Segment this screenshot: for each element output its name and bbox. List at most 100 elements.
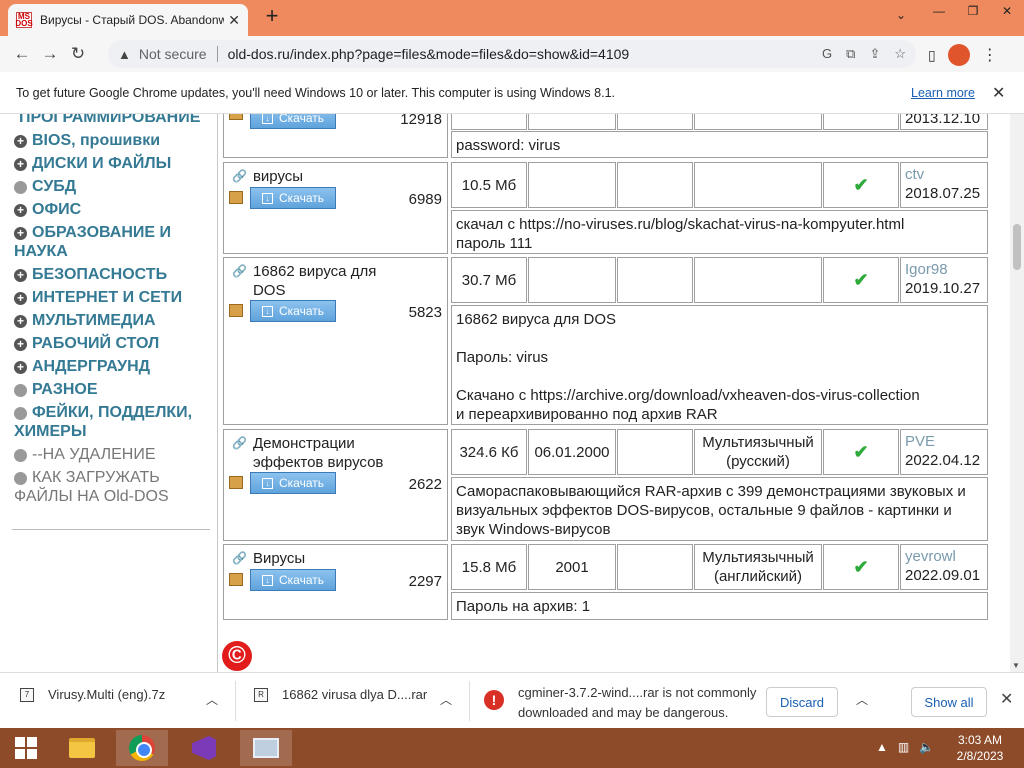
discard-button[interactable]: Discard [766, 687, 838, 717]
menu-item-bios[interactable]: + BIOS, прошивки [14, 131, 214, 150]
danger-icon: ! [484, 690, 504, 710]
download-item[interactable]: 7 Virusy.Multi (eng).7z [20, 687, 165, 702]
link-icon: 🔗 [232, 264, 247, 278]
back-arrow-icon[interactable]: ← [8, 44, 36, 64]
menu-item-underground[interactable]: + АНДЕРГРАУНД [14, 357, 214, 376]
date-cell [528, 162, 616, 208]
side-panel-icon[interactable]: ▯ [928, 47, 936, 64]
windows-taskbar: ▲ ▥ 🔈 3:03 AM 2/8/2023 [0, 728, 1024, 768]
lang-cell: Мультиязычный (английский) [694, 544, 822, 590]
folder-icon [69, 738, 95, 758]
taskbar-file-explorer[interactable] [56, 730, 108, 766]
download-count: 5823 [408, 304, 442, 321]
chrome-icon [129, 735, 155, 761]
file-entry: 🔗 вирусы ↓ Скачать 6989 [223, 162, 448, 254]
plus-bullet-icon: + [14, 315, 27, 328]
volume-icon[interactable]: 🔈 [919, 740, 934, 754]
download-count: 2297 [408, 573, 442, 590]
tab-search-icon[interactable]: ⌄ [896, 8, 906, 22]
user-link[interactable]: Igor98 [905, 260, 980, 279]
author-cell: Igor98 2019.10.27 [900, 257, 988, 303]
security-label[interactable]: Not secure [139, 46, 207, 62]
menu-item-misc[interactable]: • РАЗНОЕ [14, 380, 214, 399]
window-close-icon[interactable]: ✕ [990, 0, 1024, 24]
user-link[interactable]: yevrowl [905, 547, 980, 566]
file-name[interactable]: 🔗 16862 вируса для DOS [232, 262, 402, 300]
file-name[interactable]: 🔗 Демонстрации эффектов вирусов [232, 434, 402, 472]
file-description: Самораспаковывающийся RAR-архив с 399 де… [451, 477, 988, 541]
download-button[interactable]: ↓ Скачать [250, 569, 336, 591]
plus-bullet-icon: + [14, 158, 27, 171]
menu-item-disks[interactable]: + ДИСКИ И ФАЙЛЫ [14, 154, 214, 173]
download-button[interactable]: ↓ Скачать [250, 114, 336, 129]
system-clock[interactable]: 3:03 AM 2/8/2023 [952, 732, 1008, 764]
user-link[interactable]: ctv [905, 165, 980, 184]
circle-bullet-icon: • [14, 384, 27, 397]
menu-item-education[interactable]: + ОБРАЗОВАНИЕ И НАУКА [14, 223, 214, 261]
profile-avatar[interactable] [947, 44, 970, 66]
page-scrollbar[interactable]: ▼ [1010, 114, 1024, 672]
os-cell [617, 114, 693, 130]
tab-close-icon[interactable]: ✕ [228, 12, 240, 29]
url-text[interactable]: old-dos.ru/index.php?page=files&mode=fil… [228, 46, 630, 62]
download-item[interactable]: R 16862 virusa dlya D....rar [254, 687, 427, 702]
menu-item-deletion[interactable]: • --НА УДАЛЕНИЕ [14, 445, 214, 464]
shelf-close-icon[interactable]: ✕ [1000, 689, 1013, 709]
learn-more-link[interactable]: Learn more [911, 86, 975, 100]
share-icon[interactable]: ⇪ [869, 46, 880, 62]
start-button[interactable] [0, 730, 52, 766]
menu-item-dbms[interactable]: • СУБД [14, 177, 214, 196]
chevron-up-icon[interactable]: ︿ [206, 691, 218, 708]
file-entry: 🔗 Вирусы ↓ Скачать 2297 [223, 544, 448, 620]
menu-item-programming[interactable]: ПРОГРАММИРОВАНИЕ [14, 114, 214, 127]
menu-item-how-to-upload[interactable]: • КАК ЗАГРУЖАТЬ ФАЙЛЫ НА Old-DOS [14, 468, 214, 506]
reload-icon[interactable]: ↻ [64, 44, 92, 64]
taskbar-chrome[interactable] [116, 730, 168, 766]
scrollbar-thumb[interactable] [1013, 224, 1021, 270]
menu-kebab-icon[interactable]: ⋮ [982, 45, 998, 65]
menu-item-multimedia[interactable]: + МУЛЬТИМЕДИА [14, 311, 214, 330]
link-icon: 🔗 [232, 551, 247, 565]
new-tab-button[interactable]: + [260, 5, 284, 29]
scroll-down-icon[interactable]: ▼ [1012, 661, 1020, 670]
chevron-up-icon[interactable]: ︿ [856, 691, 868, 708]
link-icon: 🔗 [232, 436, 247, 450]
bookmark-star-icon[interactable]: ☆ [894, 46, 906, 62]
menu-item-internet[interactable]: + ИНТЕРНЕТ И СЕТИ [14, 288, 214, 307]
copyright-logo[interactable]: © [222, 641, 252, 671]
size-cell: 324.6 Кб [451, 429, 527, 475]
menu-item-security[interactable]: + БЕЗОПАСНОСТЬ [14, 265, 214, 284]
tray-chevron-icon[interactable]: ▲ [876, 740, 888, 754]
network-icon[interactable]: ▥ [898, 740, 909, 754]
download-button[interactable]: ↓ Скачать [250, 187, 336, 209]
size-cell: 30.7 Мб [451, 257, 527, 303]
taskbar-monitor-app[interactable] [240, 730, 292, 766]
minimize-icon[interactable]: — [922, 0, 956, 24]
show-all-button[interactable]: Show all [911, 687, 987, 717]
file-name[interactable]: 🔗 вирусы [232, 167, 402, 186]
warning-triangle-icon[interactable]: ▲ [118, 47, 131, 62]
menu-item-desktop[interactable]: + РАБОЧИЙ СТОЛ [14, 334, 214, 353]
date-cell: 06.01.2000 [528, 429, 616, 475]
tab-active[interactable]: MS DOS Вирусы - Старый DOS. Abandonware … [8, 4, 248, 36]
restore-icon[interactable]: ❐ [956, 0, 990, 24]
menu-item-office[interactable]: + ОФИС [14, 200, 214, 219]
infobar-close-icon[interactable]: ✕ [992, 83, 1005, 103]
file-name[interactable]: 🔗 Вирусы [232, 549, 402, 568]
tab-title: Вирусы - Старый DOS. Abandonware [40, 13, 225, 27]
translate-icon[interactable]: ⧉ [846, 46, 855, 62]
check-cell: ✔ [823, 544, 899, 590]
checkmark-icon: ✔ [853, 269, 869, 290]
menu-item-fakes[interactable]: • ФЕЙКИ, ПОДДЕЛКИ, ХИМЕРЫ [14, 403, 214, 441]
chevron-up-icon[interactable]: ︿ [440, 691, 452, 708]
address-bar[interactable]: ▲ Not secure old-dos.ru/index.php?page=f… [108, 40, 916, 68]
download-count: 12918 [400, 114, 442, 128]
forward-arrow-icon[interactable]: → [36, 44, 64, 64]
archive-box-icon [229, 476, 243, 489]
user-link[interactable]: PVE [905, 432, 980, 451]
download-button[interactable]: ↓ Скачать [250, 472, 336, 494]
file-description: Пароль на архив: 1 [451, 592, 988, 620]
taskbar-visual-studio[interactable] [178, 730, 230, 766]
download-button[interactable]: ↓ Скачать [250, 300, 336, 322]
google-icon[interactable]: G [822, 46, 832, 62]
